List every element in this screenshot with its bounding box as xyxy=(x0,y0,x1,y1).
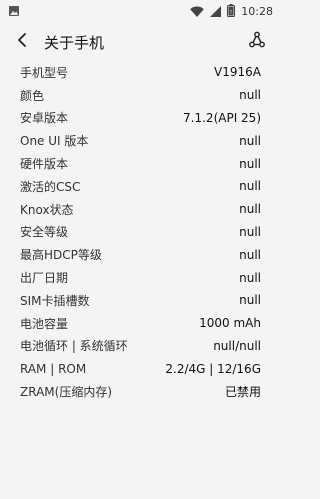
row-label: SIM卡插槽数 xyxy=(20,293,90,308)
battery-icon: ! xyxy=(227,2,236,21)
status-time: 10:28 xyxy=(241,4,273,18)
info-list: 手机型号 V1916A 颜色 null 安卓版本 7.1.2(API 25) O… xyxy=(0,61,281,403)
row-value: 1000 mAh xyxy=(199,316,261,331)
info-row-ram-rom[interactable]: RAM | ROM 2.2/4G | 12/16G xyxy=(0,357,281,380)
info-row-knox-status[interactable]: Knox状态 null xyxy=(0,198,281,221)
row-value: null xyxy=(239,270,261,285)
row-label: 安卓版本 xyxy=(20,111,69,126)
row-value: null xyxy=(239,247,261,262)
info-row-zram[interactable]: ZRAM(压缩内存) 已禁用 xyxy=(0,380,281,403)
row-label: 硬件版本 xyxy=(20,157,69,172)
row-label: 出厂日期 xyxy=(20,271,69,286)
row-label: RAM | ROM xyxy=(20,361,87,376)
row-value: null xyxy=(239,156,261,171)
row-label: Knox状态 xyxy=(20,202,74,217)
row-value: null xyxy=(239,293,261,308)
signal-icon xyxy=(210,2,222,21)
row-value: 2.2/4G | 12/16G xyxy=(165,361,261,376)
info-row-security-level[interactable]: 安全等级 null xyxy=(0,221,281,244)
share-icon xyxy=(248,31,266,53)
row-value: null xyxy=(239,202,261,217)
row-label: 安全等级 xyxy=(20,225,69,240)
info-row-hardware-version[interactable]: 硬件版本 null xyxy=(0,152,281,175)
row-label: 手机型号 xyxy=(20,65,69,80)
page-title: 关于手机 xyxy=(44,33,105,52)
svg-text:!: ! xyxy=(230,8,232,15)
image-icon xyxy=(8,2,20,21)
info-row-hdcp-level[interactable]: 最高HDCP等级 null xyxy=(0,243,281,266)
row-label: ZRAM(压缩内存) xyxy=(20,385,112,400)
chevron-left-icon xyxy=(15,32,29,52)
back-button[interactable] xyxy=(2,22,42,62)
row-label: 电池循环 | 系统循环 xyxy=(20,339,128,354)
row-value: null xyxy=(239,179,261,194)
info-row-android-version[interactable]: 安卓版本 7.1.2(API 25) xyxy=(0,107,281,130)
row-label: 电池容量 xyxy=(20,316,69,331)
row-value: null xyxy=(239,224,261,239)
row-value: null xyxy=(239,88,261,103)
wifi-icon xyxy=(190,2,205,21)
row-value: 7.1.2(API 25) xyxy=(183,110,261,125)
row-value: null xyxy=(239,133,261,148)
row-value: V1916A xyxy=(214,65,261,80)
status-right: ! 10:28 xyxy=(190,2,273,21)
row-value: 已禁用 xyxy=(224,385,261,400)
info-row-manufacture-date[interactable]: 出厂日期 null xyxy=(0,266,281,289)
info-row-sim-slots[interactable]: SIM卡插槽数 null xyxy=(0,289,281,312)
status-bar: ! 10:28 xyxy=(0,0,281,22)
row-label: One UI 版本 xyxy=(20,134,89,149)
info-row-model[interactable]: 手机型号 V1916A xyxy=(0,61,281,84)
info-row-battery-capacity[interactable]: 电池容量 1000 mAh xyxy=(0,312,281,335)
row-label: 颜色 xyxy=(20,88,45,103)
status-left xyxy=(8,2,20,21)
info-row-color[interactable]: 颜色 null xyxy=(0,84,281,107)
row-label: 最高HDCP等级 xyxy=(20,248,102,263)
row-value: null/null xyxy=(213,338,261,353)
info-row-battery-cycles[interactable]: 电池循环 | 系统循环 null/null xyxy=(0,335,281,358)
toolbar: 关于手机 xyxy=(0,22,281,62)
row-label: 激活的CSC xyxy=(20,179,81,194)
share-button[interactable] xyxy=(243,28,271,56)
info-row-oneui-version[interactable]: One UI 版本 null xyxy=(0,129,281,152)
info-row-active-csc[interactable]: 激活的CSC null xyxy=(0,175,281,198)
